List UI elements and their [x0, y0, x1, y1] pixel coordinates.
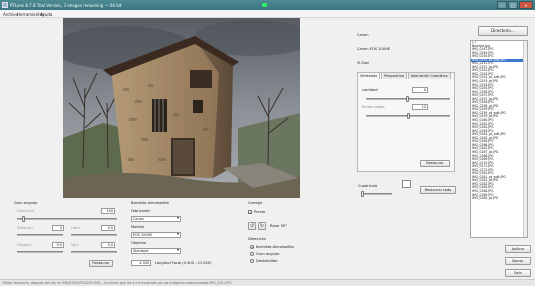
reset-vignetting-button[interactable]: Restaurar [420, 160, 450, 167]
maximize-button[interactable]: □ [508, 1, 518, 9]
tab-vignetting[interactable]: Viñeteado [357, 72, 381, 79]
correction-tabs: Viñeteado Perspectiva Aberración Cromáti… [357, 72, 452, 80]
apply-button[interactable]: Aplicar [505, 245, 531, 253]
file-list-scrollbar[interactable] [523, 41, 527, 237]
shift-field[interactable]: 0.0 [52, 242, 64, 248]
grid-preview-icon [402, 180, 411, 188]
app-icon [2, 2, 8, 8]
detection-barrel-radio[interactable] [250, 245, 254, 249]
midpoint-slider-knob[interactable] [407, 113, 410, 119]
midpoint-label: Punto medio [362, 105, 385, 109]
directory-button[interactable]: Directorio… [478, 26, 528, 36]
rotation-label: Rotación [17, 226, 33, 230]
vertical-field[interactable]: 0.0 [101, 242, 115, 248]
grid-slider[interactable] [362, 193, 392, 195]
status-led-icon [262, 3, 267, 7]
shift-slider[interactable] [17, 251, 63, 253]
detection-disable-label: Deshabilitar [256, 259, 278, 263]
distance-field[interactable]: 100 [101, 208, 115, 214]
status-bar: Editar directorio, después del clic en I… [0, 279, 535, 286]
vertical-label: Vert. [71, 243, 80, 247]
model-select[interactable]: EOS 100HE [131, 232, 181, 238]
horizontal-slider[interactable] [71, 234, 117, 236]
reset-wide-angle-button[interactable]: Restaurar [89, 260, 113, 267]
preview-label: Previo [254, 210, 266, 214]
maker-label: Fabricante [131, 209, 150, 213]
info-lens: Vi.Sion [357, 60, 370, 65]
reset-all-button[interactable]: Restaurar todo [420, 186, 456, 194]
focal-length-label: Longitud Focal (4.300 - 21.500) [155, 261, 212, 265]
preview-checkbox[interactable]: ✓ [248, 210, 252, 215]
rotate-left-button[interactable]: ↺ [248, 222, 256, 230]
amount-field[interactable]: 0 [412, 87, 428, 93]
info-make: Canon [357, 33, 369, 38]
amount-slider-knob[interactable] [406, 96, 409, 102]
correction-tab-panel [357, 72, 455, 172]
midpoint-field[interactable]: 10 [412, 104, 428, 110]
distance-slider[interactable] [17, 218, 117, 220]
detection-disable-radio[interactable] [250, 259, 254, 263]
distance-slider-knob[interactable] [22, 216, 25, 222]
grid-slider-knob[interactable] [361, 191, 364, 197]
title-bar: PTLens 8.7.8 Trial Version, 3 images rem… [0, 0, 535, 10]
exit-button[interactable]: Salir [505, 269, 531, 277]
horizontal-label: Horiz. [71, 226, 82, 230]
objective-label: Objetivo [131, 241, 147, 245]
horizontal-field[interactable]: 0.0 [101, 225, 115, 231]
rotation-slider[interactable] [17, 234, 63, 236]
info-model: Canon EOS 100HE [357, 46, 390, 51]
detection-heading: Detección [248, 237, 267, 241]
file-list-item[interactable]: IMG_0285_pt.JPG [471, 196, 527, 201]
detection-wide-radio[interactable] [250, 252, 254, 256]
shift-label: Desplaz. [17, 243, 33, 247]
close-button[interactable]: ✕ [519, 1, 533, 9]
grid-label: Cuadrícula [358, 184, 378, 188]
delete-button[interactable]: Borrar [505, 257, 531, 265]
maker-select[interactable]: Canon [131, 216, 181, 222]
minimize-button[interactable]: – [497, 1, 507, 9]
menu-bar: Archivo Herramientas Ayuda [0, 10, 535, 18]
file-list[interactable]: (..) Nombre.jpg IMG_0247.JPG IMG_0249.JPG IM… [470, 40, 528, 238]
detection-wide-label: Gran angular [256, 252, 280, 256]
focal-length-field[interactable]: 4.300 [131, 260, 151, 266]
model-label: Modelo [131, 225, 144, 229]
rotate-right-button[interactable]: ↻ [258, 222, 266, 230]
status-text: Editar directorio, después del clic en I… [3, 281, 232, 285]
menu-ayuda[interactable]: Ayuda [40, 12, 52, 17]
vertical-slider[interactable] [71, 251, 117, 253]
rotate-90-label: Rotar 90° [270, 224, 288, 228]
rotation-field[interactable]: 0 [52, 225, 64, 231]
menu-archivo[interactable]: Archivo [3, 12, 18, 17]
detection-barrel-label: Barrilete-Almohadilla [256, 245, 294, 249]
distance-label: Distancia [17, 209, 34, 213]
tab-chromatic-aberration[interactable]: Aberración Cromática [407, 72, 451, 79]
correct-heading: Corregir [248, 201, 263, 205]
image-preview[interactable] [63, 18, 300, 198]
wide-angle-heading: Gran angular [14, 201, 38, 205]
window-title: PTLens 8.7.8 Trial Version, 3 images rem… [10, 3, 122, 8]
amount-label: cantidad [362, 88, 378, 92]
objective-select[interactable]: Standard [131, 248, 181, 254]
tab-perspective[interactable]: Perspectiva [381, 72, 407, 79]
lens-heading: Barrilete-Almohadilla [131, 201, 169, 205]
